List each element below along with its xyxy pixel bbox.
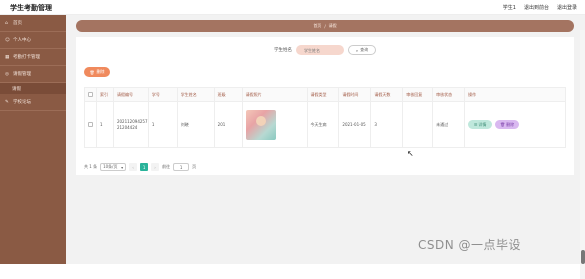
select-all-checkbox[interactable]	[88, 91, 93, 97]
sidebar: ⌂ 首页 ☺ 个人中心 ▦ 考勤打卡管理 ◎ 请假管理 请假 ✎ 学校论坛	[0, 15, 66, 264]
leave-icon: ◎	[5, 71, 9, 77]
detail-button[interactable]: ☰ 详情	[468, 120, 493, 129]
page-number-current[interactable]: 1	[140, 163, 149, 171]
col-date[interactable]: 请假时间	[338, 87, 372, 102]
sidebar-item-forum[interactable]: ✎ 学校论坛	[0, 94, 66, 111]
col-actions: 操作	[464, 87, 566, 102]
cell-photo	[241, 101, 308, 148]
col-status[interactable]: 审核状态	[432, 87, 466, 102]
cell-days: 3	[370, 101, 404, 148]
goto-page-input[interactable]: 1	[173, 163, 190, 171]
watermark: CSDN @一点毕设	[418, 238, 522, 252]
goto-suffix: 页	[192, 164, 197, 169]
breadcrumb-separator: /	[324, 23, 326, 29]
logout-link[interactable]: 退出登录	[557, 4, 577, 11]
col-leave-no[interactable]: 请假编号	[112, 87, 149, 102]
col-class[interactable]: 班级	[213, 87, 243, 102]
table-row: 1 20211209425721204424 1 刘晓 201 今天生病 202…	[84, 101, 566, 148]
cell-index: 1	[95, 101, 114, 148]
trash-icon: 🗑	[89, 69, 95, 75]
sidebar-item-label: 首页	[13, 21, 22, 26]
cell-name: 刘晓	[176, 101, 215, 148]
col-photo[interactable]: 请假照片	[241, 87, 308, 102]
batch-delete-button[interactable]: 🗑 删除	[84, 67, 110, 77]
breadcrumb-current: 请假	[328, 23, 337, 28]
mouse-cursor-icon: ↖	[407, 149, 414, 158]
scrollbar-thumb[interactable]	[581, 250, 585, 264]
row-delete-label: 删除	[506, 121, 515, 127]
search-input[interactable]	[296, 45, 344, 55]
query-button-label: 查询	[360, 47, 369, 52]
sidebar-item-label: 个人中心	[13, 38, 31, 43]
sidebar-subitem-leave[interactable]: 请假	[0, 83, 66, 94]
detail-button-label: 详情	[478, 121, 487, 127]
user-icon: ☺	[5, 37, 10, 43]
cell-class: 201	[213, 101, 243, 148]
table-header-row: 索引 请假编号 学号 学生姓名 班级 请假照片 请假类型 请假时间 请假天数 审…	[84, 87, 566, 102]
sidebar-subitem-label: 请假	[12, 86, 21, 92]
cell-leave-no: 20211209425721204424	[112, 101, 149, 148]
sidebar-item-label: 请假管理	[13, 72, 31, 77]
top-bar: 学生考勤管理 学生1 退出到前台 退出登录	[0, 0, 585, 15]
home-icon: ⌂	[5, 20, 8, 26]
col-type[interactable]: 请假类型	[306, 87, 340, 102]
next-page-button[interactable]: ›	[151, 163, 160, 171]
col-student-no[interactable]: 学号	[147, 87, 178, 102]
breadcrumb: 首页 / 请假	[76, 20, 574, 32]
sidebar-item-profile[interactable]: ☺ 个人中心	[0, 32, 66, 49]
leave-photo[interactable]	[245, 109, 276, 140]
col-index: 索引	[95, 87, 114, 102]
search-row: 学生姓名 ⌕ 查询	[76, 45, 574, 55]
cell-reply	[402, 101, 434, 148]
back-to-front-link[interactable]: 退出到前台	[524, 4, 549, 11]
page-size-value: 10条/页	[103, 164, 118, 169]
col-name[interactable]: 学生姓名	[176, 87, 215, 102]
search-icon: ⌕	[355, 47, 359, 53]
leave-table: 索引 请假编号 学号 学生姓名 班级 请假照片 请假类型 请假时间 请假天数 审…	[84, 87, 566, 148]
row-delete-button[interactable]: 🗑 删除	[495, 120, 520, 129]
cell-type: 今天生病	[306, 101, 340, 148]
search-label: 学生姓名	[274, 48, 292, 53]
calendar-icon: ▦	[5, 54, 10, 60]
row-checkbox[interactable]	[88, 121, 93, 127]
sidebar-item-label: 考勤打卡管理	[13, 55, 40, 60]
cell-status: 未通过	[432, 101, 466, 148]
chevron-left-icon: ‹	[132, 164, 134, 170]
page-size-select[interactable]: 10条/页 ▾	[100, 163, 127, 171]
sidebar-item-label: 学校论坛	[13, 100, 31, 105]
main-content: 首页 / 请假 学生姓名 ⌕ 查询 🗑 删除 索引 请假编号 学号 学	[66, 15, 585, 279]
forum-icon: ✎	[5, 99, 9, 105]
sidebar-item-leave[interactable]: ◎ 请假管理	[0, 66, 66, 83]
cell-actions: ☰ 详情 🗑 删除	[464, 101, 566, 148]
sidebar-item-home[interactable]: ⌂ 首页	[0, 15, 66, 32]
query-button[interactable]: ⌕ 查询	[348, 45, 376, 55]
row-checkbox-cell[interactable]	[84, 101, 97, 148]
cell-date: 2021-01-05	[338, 101, 372, 148]
pagination: 共 1 条 10条/页 ▾ ‹ 1 › 前往 1 页	[84, 163, 196, 171]
row-actions: ☰ 详情 🗑 删除	[468, 120, 565, 129]
top-links: 学生1 退出到前台 退出登录	[503, 4, 577, 11]
pagination-total: 共 1 条	[84, 164, 98, 169]
page-scrollbar[interactable]	[580, 30, 585, 279]
chevron-down-icon: ▾	[121, 164, 124, 170]
cell-student-no: 1	[147, 101, 178, 148]
chevron-right-icon: ›	[154, 164, 156, 170]
app-title: 学生考勤管理	[10, 4, 52, 12]
col-reply[interactable]: 审核回复	[402, 87, 434, 102]
breadcrumb-home[interactable]: 首页	[313, 23, 321, 29]
content-panel: 学生姓名 ⌕ 查询 🗑 删除 索引 请假编号 学号 学生姓名 班级 请假照片	[76, 37, 574, 175]
detail-icon: ☰	[473, 122, 478, 127]
goto-label: 前往	[162, 164, 171, 169]
current-user: 学生1	[502, 5, 516, 11]
header-checkbox-cell[interactable]	[84, 87, 97, 102]
col-days[interactable]: 请假天数	[370, 87, 404, 102]
trash-icon: 🗑	[500, 122, 506, 127]
prev-page-button[interactable]: ‹	[129, 163, 138, 171]
batch-delete-label: 删除	[96, 69, 105, 74]
sidebar-item-attendance[interactable]: ▦ 考勤打卡管理	[0, 49, 66, 66]
